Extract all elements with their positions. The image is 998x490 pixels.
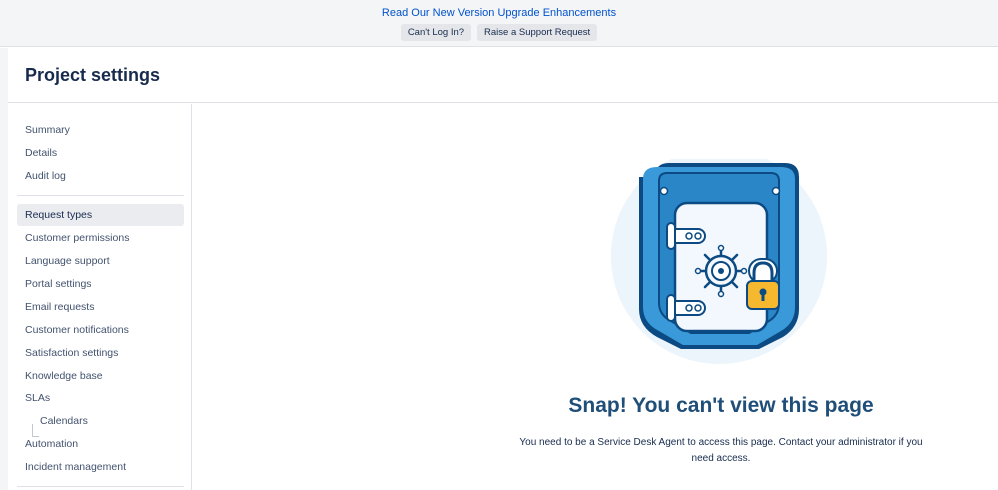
sidebar-item-portal-settings[interactable]: Portal settings [17,273,184,295]
cant-log-in-button[interactable]: Can't Log In? [400,24,472,41]
sidebar-item-details[interactable]: Details [17,142,184,164]
upgrade-enhancements-link[interactable]: Read Our New Version Upgrade Enhancement… [0,7,998,19]
sidebar-item-slas[interactable]: SLAs [17,387,184,409]
sidebar-item-summary[interactable]: Summary [17,119,184,141]
left-edge-strip [0,48,8,490]
announcement-banner: Read Our New Version Upgrade Enhancement… [0,0,998,47]
project-settings-sidebar: Summary Details Audit log Request types … [8,104,192,490]
sidebar-item-language-support[interactable]: Language support [17,250,184,272]
page-header: Project settings [8,48,998,103]
sidebar-item-audit-log[interactable]: Audit log [17,165,184,187]
page-title: Project settings [25,65,161,85]
sidebar-item-automation[interactable]: Automation [17,433,184,455]
sidebar-item-email-requests[interactable]: Email requests [17,296,184,318]
error-title: Snap! You can't view this page [568,394,874,417]
sidebar-item-incident-management[interactable]: Incident management [17,456,184,478]
sidebar-divider [17,195,184,196]
main-content: Snap! You can't view this page You need … [192,104,998,490]
sidebar-divider-bottom [17,486,184,487]
error-message: You need to be a Service Desk Agent to a… [519,437,923,464]
sidebar-item-customer-permissions[interactable]: Customer permissions [17,227,184,249]
sidebar-item-knowledge-base[interactable]: Knowledge base [17,365,184,387]
sidebar-item-calendars[interactable]: Calendars [17,410,184,437]
raise-support-request-button[interactable]: Raise a Support Request [477,24,598,41]
locked-vault-icon [611,159,827,364]
banner-buttons: Can't Log In? Raise a Support Request [0,24,998,41]
sidebar-item-satisfaction-settings[interactable]: Satisfaction settings [17,342,184,364]
sidebar-item-calendars-label: Calendars [40,415,88,427]
sidebar-item-customer-notifications[interactable]: Customer notifications [17,319,184,341]
sidebar-item-request-types[interactable]: Request types [17,204,184,226]
